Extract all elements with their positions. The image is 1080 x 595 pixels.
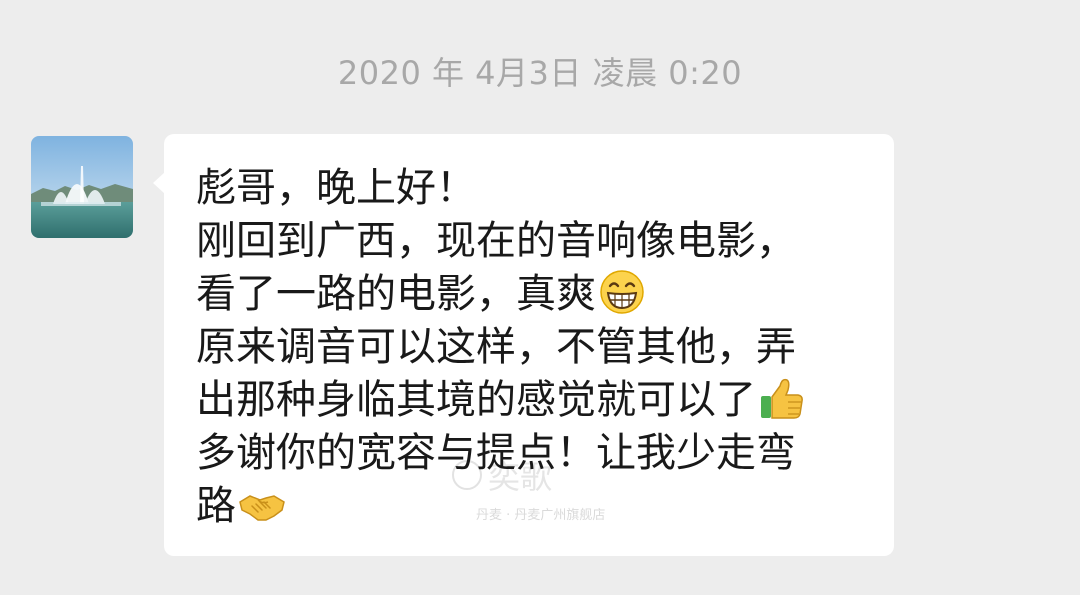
message-timestamp: 2020 年 4月3日 凌晨 0:20	[337, 54, 743, 92]
message-line: 刚回到广西，现在的音响像电影，	[196, 218, 796, 264]
message-bubble[interactable]: 奕歌 丹麦 · 丹麦广州旗舰店 彪哥，晚上好！ 刚回到广西，现在的音响像电影， …	[153, 134, 894, 556]
message-text: 彪哥，晚上好！ 刚回到广西，现在的音响像电影， 看了一路的电影，真爽 原来调音可…	[196, 162, 876, 533]
handshake-emoji	[239, 495, 285, 521]
message-line: 看了一路的电影，真爽	[196, 268, 876, 321]
grinning-face-emoji	[600, 270, 644, 314]
fountain-photo-icon	[31, 136, 133, 238]
message-line: 多谢你的宽容与提点！让我少走弯	[196, 430, 796, 476]
message-line: 路	[196, 480, 876, 533]
bubble-tail	[153, 172, 165, 194]
message-line: 原来调音可以这样，不管其他，弄	[196, 324, 796, 370]
message-line: 出那种身临其境的感觉就可以了	[196, 374, 876, 427]
thumbs-up-emoji	[761, 378, 803, 419]
message-line: 彪哥，晚上好！	[196, 165, 476, 211]
sender-avatar[interactable]	[31, 136, 133, 238]
